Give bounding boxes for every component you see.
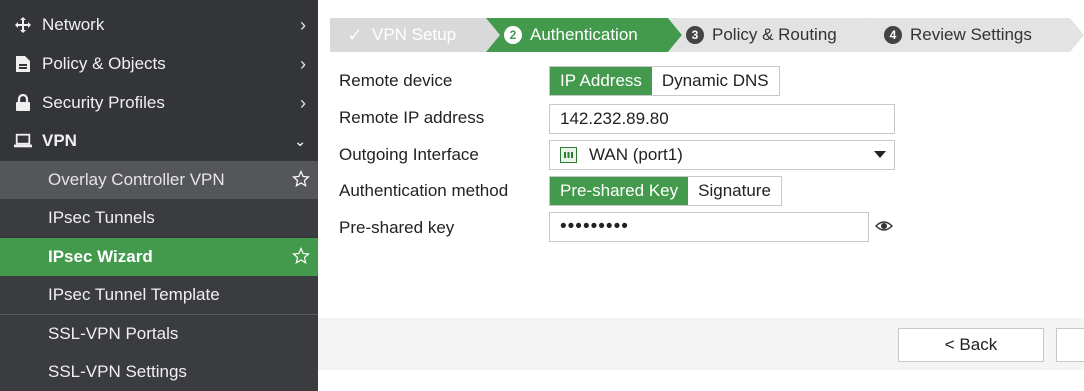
nav-vpn[interactable]: VPN ⌄ (0, 122, 318, 160)
auth-method-label: Authentication method (339, 181, 509, 200)
psk-value: ••••••••• (560, 216, 629, 237)
dynamic-dns-option[interactable]: Dynamic DNS (651, 67, 779, 95)
network-port-icon (560, 147, 577, 163)
sidebar-item-ssl-vpn-settings[interactable]: SSL-VPN Settings (0, 353, 318, 391)
nav-policy-objects-label: Policy & Objects (42, 54, 166, 73)
sidebar-item-overlay-controller-vpn[interactable]: Overlay Controller VPN (0, 161, 318, 199)
sidebar-item-ipsec-wizard[interactable]: IPsec Wizard (0, 238, 318, 276)
step-number: 4 (884, 26, 902, 44)
sidebar-item-label: SSL-VPN Settings (48, 362, 187, 381)
sidebar-item-label: IPsec Tunnel Template (48, 285, 220, 304)
step-policy-routing[interactable]: 3 Policy & Routing (668, 18, 880, 52)
lock-icon (14, 94, 32, 112)
sidebar-item-ssl-vpn-portals[interactable]: SSL-VPN Portals (0, 315, 318, 353)
psk-label: Pre-shared key (339, 218, 455, 237)
step-label: Authentication (530, 25, 638, 44)
psk-input[interactable]: ••••••••• (549, 212, 869, 242)
back-button[interactable]: < Back (898, 328, 1044, 362)
star-outline-icon[interactable] (292, 170, 310, 193)
chevron-right-icon: › (300, 53, 306, 74)
remote-device-toggle: IP Address Dynamic DNS (549, 66, 780, 96)
pre-shared-key-option[interactable]: Pre-shared Key (550, 177, 689, 205)
step-label: Review Settings (910, 25, 1032, 44)
remote-ip-input[interactable]: 142.232.89.80 (549, 104, 895, 134)
caret-down-icon (874, 151, 886, 158)
next-button[interactable] (1056, 328, 1084, 362)
nav-policy-objects[interactable]: Policy & Objects › (0, 45, 318, 83)
outgoing-interface-label: Outgoing Interface (339, 145, 479, 164)
chevron-down-icon: ⌄ (294, 132, 306, 149)
check-icon: ✓ (347, 24, 363, 45)
nav-security-profiles[interactable]: Security Profiles › (0, 84, 318, 122)
move-arrows-icon (14, 16, 32, 34)
step-authentication[interactable]: 2 Authentication (486, 18, 682, 52)
chevron-right-icon: › (300, 14, 306, 35)
sidebar-item-ipsec-tunnels[interactable]: IPsec Tunnels (0, 199, 318, 237)
wizard-steps: ✓ VPN Setup 2 Authentication 3 Policy & … (330, 18, 1084, 52)
nav-network[interactable]: Network › (0, 6, 318, 44)
remote-ip-label: Remote IP address (339, 108, 485, 127)
sidebar-item-label: Overlay Controller VPN (48, 170, 225, 189)
remote-ip-value: 142.232.89.80 (560, 109, 669, 128)
outgoing-interface-value: WAN (port1) (589, 145, 683, 164)
ip-address-option[interactable]: IP Address (550, 67, 652, 95)
policy-document-icon (14, 55, 32, 73)
step-label: Policy & Routing (712, 25, 837, 44)
nav-network-label: Network (42, 15, 105, 34)
step-label: VPN Setup (372, 25, 457, 44)
chevron-right-icon: › (300, 92, 306, 113)
eye-icon[interactable] (875, 219, 893, 238)
step-number: 3 (686, 26, 704, 44)
star-outline-icon[interactable] (292, 247, 310, 270)
step-vpn-setup[interactable]: ✓ VPN Setup (330, 18, 500, 52)
remote-device-label: Remote device (339, 71, 453, 90)
nav-security-profiles-label: Security Profiles (42, 93, 165, 112)
nav-vpn-label: VPN (42, 131, 77, 150)
sidebar: Network › Policy & Objects › Security Pr… (0, 0, 318, 391)
step-number: 2 (504, 26, 522, 44)
sidebar-item-label: IPsec Tunnels (48, 208, 155, 227)
sidebar-item-label: SSL-VPN Portals (48, 324, 179, 343)
sidebar-item-label: IPsec Wizard (48, 247, 153, 266)
laptop-icon (14, 132, 32, 150)
signature-option[interactable]: Signature (688, 177, 781, 205)
sidebar-item-ipsec-tunnel-template[interactable]: IPsec Tunnel Template (0, 276, 318, 314)
outgoing-interface-select[interactable]: WAN (port1) (549, 140, 895, 170)
auth-method-toggle: Pre-shared Key Signature (549, 176, 782, 206)
step-review-settings[interactable]: 4 Review Settings (866, 18, 1084, 52)
